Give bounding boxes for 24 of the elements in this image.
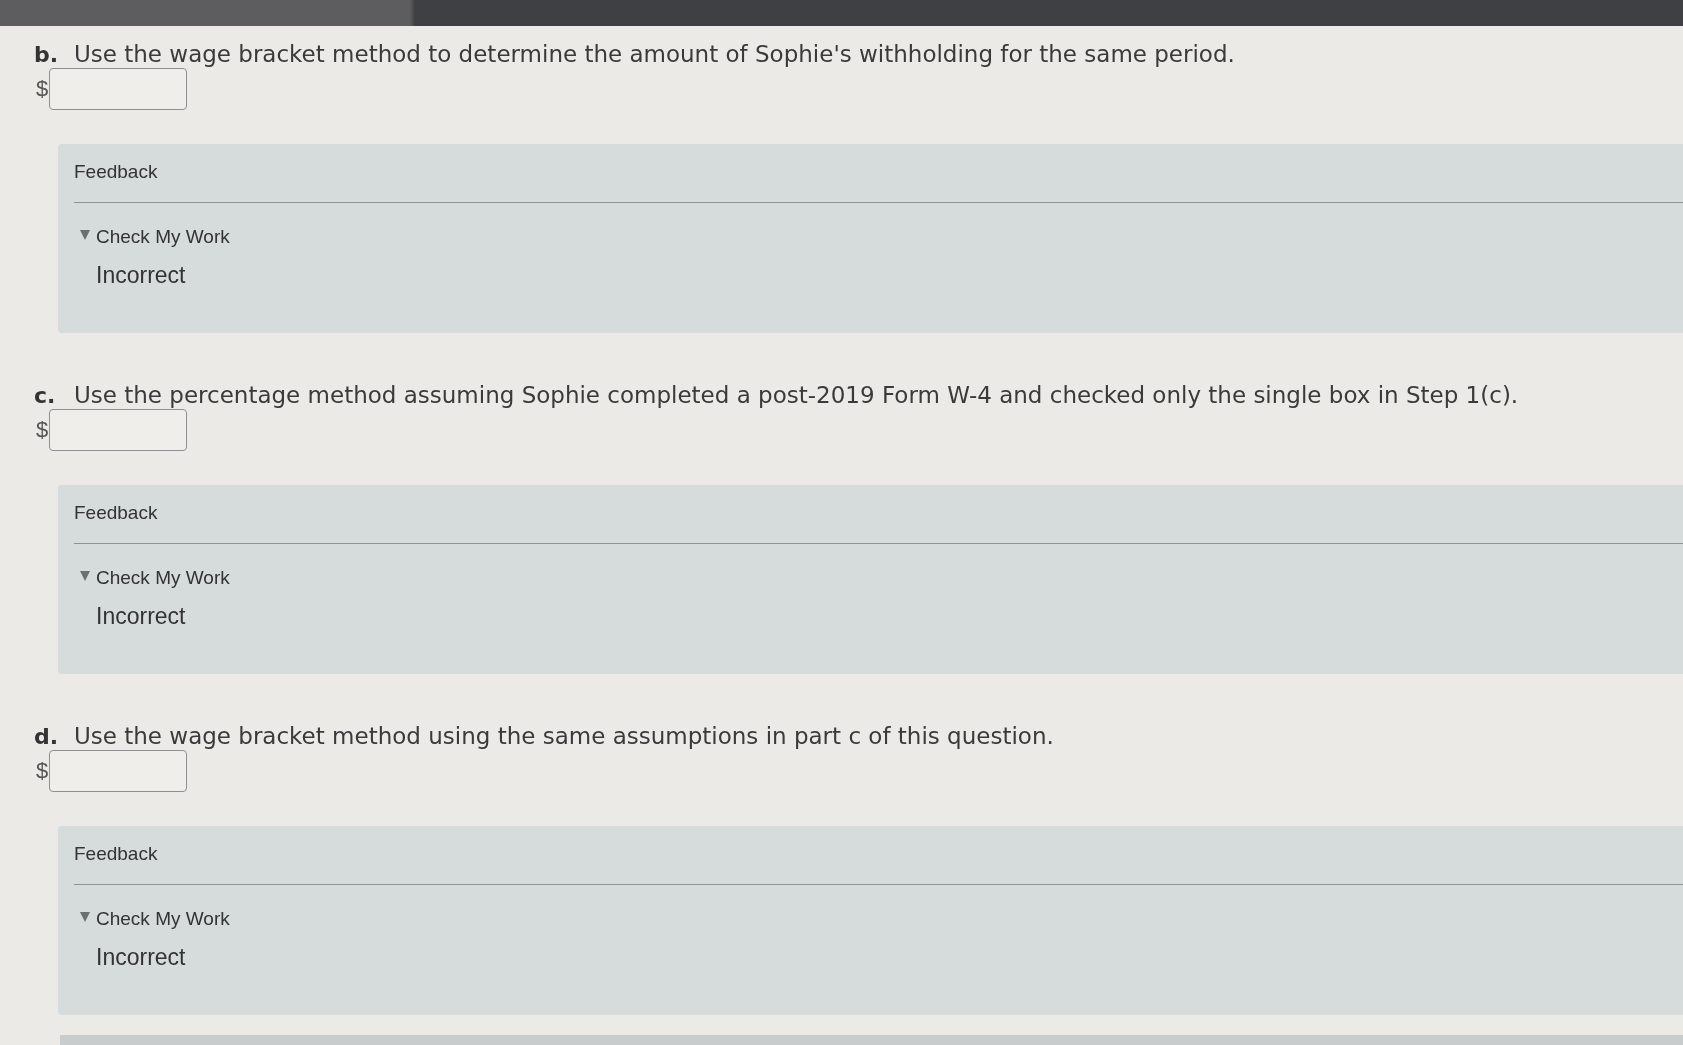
feedback-title: Feedback (74, 501, 158, 525)
question-label: d. (34, 724, 60, 749)
feedback-title: Feedback (74, 842, 158, 866)
triangle-icon[interactable] (80, 912, 90, 922)
triangle-icon[interactable] (80, 571, 90, 581)
triangle-icon[interactable] (80, 230, 90, 240)
currency-sign: $ (36, 758, 49, 784)
question-text: Use the percentage method assuming Sophie completed a post-2019 Form W-4 and checked only the single box in Step 1(c). (74, 381, 1519, 410)
feedback-title: Feedback (74, 160, 158, 184)
result-text: Incorrect (96, 943, 186, 971)
answer-field[interactable] (49, 750, 188, 792)
currency-sign: $ (36, 76, 49, 102)
question-text: Use the wage bracket method to determine the amount of Sophie's withholding for the same period. (74, 40, 1235, 69)
result-text: Incorrect (96, 261, 186, 289)
currency-sign: $ (36, 417, 49, 443)
answer-field[interactable] (49, 409, 188, 451)
answer-field[interactable] (49, 68, 188, 110)
check-my-work-toggle[interactable]: Check My Work (96, 566, 230, 590)
check-my-work-toggle[interactable]: Check My Work (96, 907, 230, 931)
question-text: Use the wage bracket method using the same assumptions in part c of this question. (74, 722, 1054, 751)
result-text: Incorrect (96, 602, 186, 630)
question-label: c. (34, 383, 57, 408)
check-my-work-toggle[interactable]: Check My Work (96, 225, 230, 249)
question-label: b. (34, 42, 60, 67)
